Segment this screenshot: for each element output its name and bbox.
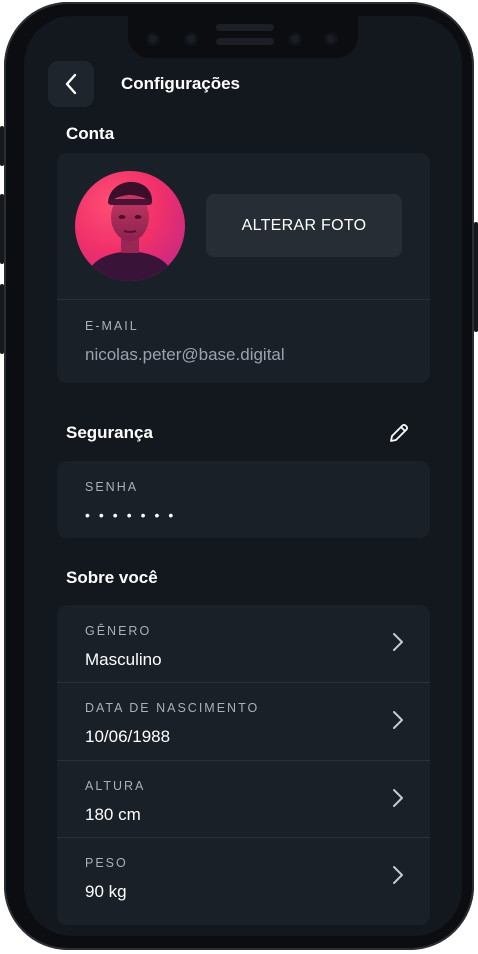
weight-label: PESO	[85, 856, 128, 870]
security-card: SENHA •••••••	[57, 461, 430, 538]
gender-row[interactable]: GÊNERO Masculino	[57, 605, 430, 682]
height-label: ALTURA	[85, 779, 146, 793]
notch	[128, 16, 358, 58]
speaker-grille	[216, 38, 274, 45]
sensor-dot	[324, 32, 338, 46]
avatar	[75, 171, 185, 281]
email-value: nicolas.peter@base.digital	[85, 345, 285, 364]
email-label: E-MAIL	[85, 319, 139, 333]
avatar-photo	[85, 181, 175, 281]
birthdate-value: 10/06/1988	[85, 727, 171, 746]
sensor-dot	[146, 32, 160, 46]
account-card: ALTERAR FOTO E-MAIL nicolas.peter@base.d…	[57, 153, 430, 383]
app-screen: Configurações Conta ALTERAR FOTO E-MAIL …	[24, 16, 462, 936]
chevron-right-icon	[393, 711, 403, 729]
weight-row[interactable]: PESO 90 kg	[57, 838, 430, 915]
power-button	[474, 222, 478, 332]
divider	[57, 299, 430, 300]
section-title-account: Conta	[66, 124, 115, 143]
height-value: 180 cm	[85, 805, 141, 824]
about-card: GÊNERO Masculino DATA DE NASCIMENTO 10/0…	[57, 605, 430, 925]
gender-value: Masculino	[85, 650, 162, 669]
section-title-about: Sobre você	[66, 568, 158, 587]
speaker-grille	[216, 24, 274, 31]
section-title-security: Segurança	[66, 423, 153, 442]
password-label: SENHA	[85, 480, 139, 494]
weight-value: 90 kg	[85, 882, 127, 901]
chevron-right-icon	[393, 866, 403, 884]
password-value: •••••••	[85, 507, 183, 523]
page-title: Configurações	[121, 74, 241, 93]
volume-up-button	[0, 194, 4, 264]
birthdate-label: DATA DE NASCIMENTO	[85, 701, 260, 715]
chevron-left-icon	[65, 73, 77, 95]
sensor-dot	[288, 32, 302, 46]
back-button[interactable]	[48, 61, 94, 107]
phone-frame: Configurações Conta ALTERAR FOTO E-MAIL …	[0, 2, 478, 950]
chevron-right-icon	[393, 789, 403, 807]
front-camera	[184, 32, 198, 46]
height-row[interactable]: ALTURA 180 cm	[57, 761, 430, 838]
pencil-icon[interactable]	[387, 421, 411, 445]
gender-label: GÊNERO	[85, 624, 152, 638]
birthdate-row[interactable]: DATA DE NASCIMENTO 10/06/1988	[57, 683, 430, 760]
change-photo-button[interactable]: ALTERAR FOTO	[206, 194, 402, 257]
chevron-right-icon	[393, 633, 403, 651]
mute-switch	[0, 126, 4, 166]
volume-down-button	[0, 284, 4, 354]
